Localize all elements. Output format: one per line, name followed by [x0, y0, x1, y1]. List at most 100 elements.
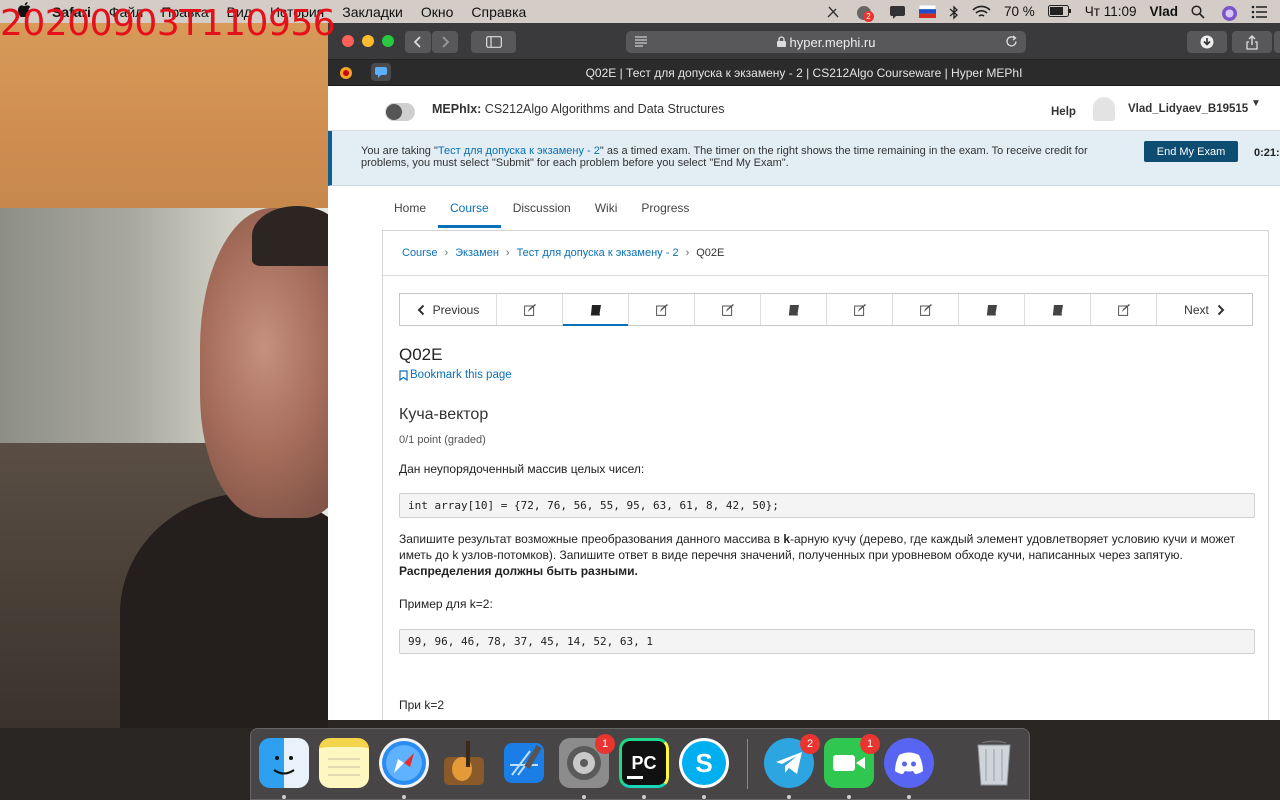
- web-page: MEPhIx: CS212Algo Algorithms and Data St…: [328, 86, 1280, 720]
- tab-bar: Q02E | Тест для допуска к экзамену - 2 |…: [328, 60, 1280, 86]
- notification-center-icon[interactable]: [1251, 5, 1268, 19]
- reload-icon[interactable]: [1005, 35, 1018, 51]
- tab-discussion[interactable]: Discussion: [501, 188, 583, 228]
- unit-10-edit-icon[interactable]: [1090, 294, 1156, 325]
- discord-icon[interactable]: [884, 738, 934, 788]
- dock: 1 PC S 2 1: [250, 728, 1030, 800]
- pen-slash-icon[interactable]: [826, 5, 843, 19]
- course-brand[interactable]: MEPhIx: CS212Algo Algorithms and Data St…: [432, 102, 725, 116]
- finder-icon[interactable]: [259, 738, 309, 788]
- course-tabs: Home Course Discussion Wiki Progress: [382, 188, 701, 228]
- safari-window: hyper.mephi.ru Q02E | Тест для допуска к…: [328, 23, 1280, 720]
- system-preferences-icon[interactable]: 1: [559, 734, 615, 788]
- skype-icon[interactable]: S: [679, 738, 729, 788]
- tab-course[interactable]: Course: [438, 188, 501, 228]
- end-exam-button[interactable]: End My Exam: [1144, 141, 1238, 162]
- notes-icon[interactable]: [319, 738, 369, 788]
- system-preferences-badge: 1: [595, 734, 615, 754]
- exam-timer: 0:21:: [1254, 147, 1280, 159]
- timed-exam-banner: You are taking "Тест для допуска к экзам…: [328, 131, 1280, 186]
- menu-window[interactable]: Окно: [421, 4, 454, 20]
- webcam-feed: [0, 23, 328, 728]
- code-block-array: int array[10] = {72, 76, 56, 55, 95, 63,…: [399, 493, 1255, 518]
- courseware-content: Course › Экзамен › Тест для допуска к экза…: [382, 230, 1269, 720]
- unit-4-edit-icon[interactable]: [694, 294, 760, 325]
- lock-icon: [776, 35, 786, 50]
- url-text: hyper.mephi.ru: [789, 34, 876, 50]
- input-source-flag-icon[interactable]: [918, 4, 937, 19]
- tab-wiki[interactable]: Wiki: [583, 188, 630, 228]
- unit-5-book-icon[interactable]: [760, 294, 826, 325]
- previous-button[interactable]: Previous: [400, 294, 496, 325]
- downloads-button[interactable]: [1187, 31, 1227, 53]
- facetime-icon[interactable]: 1: [824, 734, 880, 788]
- battery-icon[interactable]: [1047, 4, 1072, 19]
- telegram-icon[interactable]: 2: [764, 734, 820, 788]
- unit-title: Q02E: [399, 345, 443, 364]
- minimize-window-button[interactable]: [362, 35, 374, 47]
- pinned-tab-icon[interactable]: [371, 63, 391, 81]
- facetime-badge: 1: [860, 734, 880, 754]
- menu-help[interactable]: Справка: [471, 4, 526, 20]
- share-button[interactable]: [1232, 31, 1272, 53]
- tab-progress[interactable]: Progress: [629, 188, 701, 228]
- zoom-window-button[interactable]: [382, 35, 394, 47]
- safari-icon[interactable]: [379, 738, 429, 788]
- unit-9-book-icon[interactable]: [1024, 294, 1090, 325]
- breadcrumb-course[interactable]: Course: [402, 247, 437, 259]
- unit-3-edit-icon[interactable]: [628, 294, 694, 325]
- browser-toolbar: hyper.mephi.ru: [328, 23, 1280, 60]
- help-link[interactable]: Help: [1051, 106, 1076, 118]
- unit-8-book-icon[interactable]: [958, 294, 1024, 325]
- breadcrumb-exam[interactable]: Экзамен: [455, 247, 499, 259]
- wifi-icon[interactable]: [972, 5, 991, 19]
- svg-text:S: S: [695, 748, 712, 778]
- tab-home[interactable]: Home: [382, 188, 438, 228]
- breadcrumb-current: Q02E: [696, 247, 725, 259]
- forward-button[interactable]: [432, 31, 458, 53]
- trash-icon[interactable]: [969, 738, 1019, 788]
- problem-points: 0/1 point (graded): [399, 434, 486, 446]
- avatar[interactable]: [1093, 97, 1115, 121]
- new-tab-button[interactable]: [1274, 31, 1280, 53]
- unit-6-edit-icon[interactable]: [826, 294, 892, 325]
- example-label: Пример для k=2:: [399, 597, 493, 611]
- next-button[interactable]: Next: [1156, 294, 1252, 325]
- favorite-tab-icon[interactable]: [336, 63, 356, 81]
- menubar-user[interactable]: Vlad: [1149, 4, 1178, 19]
- user-menu-caret-icon[interactable]: ▼: [1251, 98, 1261, 109]
- sidebar-toggle-button[interactable]: [471, 31, 516, 53]
- theme-toggle[interactable]: [385, 103, 415, 121]
- code-block-example: 99, 96, 46, 78, 37, 45, 14, 52, 63, 1: [399, 629, 1255, 654]
- problem-title: Куча-вектор: [399, 406, 489, 423]
- notification-badge: 2: [862, 10, 874, 22]
- spotlight-search-icon[interactable]: [1191, 4, 1208, 19]
- siri-icon[interactable]: [1221, 5, 1238, 21]
- message-icon[interactable]: [889, 5, 906, 19]
- bluetooth-icon[interactable]: [949, 4, 959, 20]
- username[interactable]: Vlad_Lidyaev_B19515: [1128, 103, 1248, 115]
- active-tab-title[interactable]: Q02E | Тест для допуска к экзамену - 2 |…: [586, 66, 1023, 80]
- menubar-clock[interactable]: Чт 11:09: [1085, 4, 1137, 19]
- notification-icon[interactable]: 2: [856, 5, 876, 22]
- unit-7-edit-icon[interactable]: [892, 294, 958, 325]
- unit-2-book-icon[interactable]: [562, 294, 628, 326]
- exam-link[interactable]: Тест для допуска к экзамену - 2: [438, 145, 600, 157]
- back-button[interactable]: [405, 31, 431, 53]
- reader-icon[interactable]: [634, 35, 648, 50]
- sequence-navigation: Previous Next: [399, 293, 1253, 326]
- exam-message: You are taking "Тест для допуска к экзам…: [361, 145, 1088, 169]
- telegram-badge: 2: [800, 734, 820, 754]
- unit-1-edit-icon[interactable]: [496, 294, 562, 325]
- menu-bookmarks[interactable]: Закладки: [342, 4, 403, 20]
- address-bar[interactable]: hyper.mephi.ru: [626, 31, 1026, 53]
- close-window-button[interactable]: [342, 35, 354, 47]
- breadcrumb-test[interactable]: Тест для допуска к экзамену - 2: [517, 247, 679, 259]
- pycharm-icon[interactable]: PC: [619, 738, 669, 788]
- bookmark-icon: [399, 369, 408, 381]
- bookmark-button[interactable]: Bookmark this page: [399, 369, 1255, 381]
- answer-label: При k=2: [399, 698, 445, 712]
- problem-intro: Дан неупорядоченный массив целых чисел:: [399, 462, 645, 476]
- xcode-icon[interactable]: [499, 738, 549, 788]
- garageband-icon[interactable]: [439, 738, 489, 788]
